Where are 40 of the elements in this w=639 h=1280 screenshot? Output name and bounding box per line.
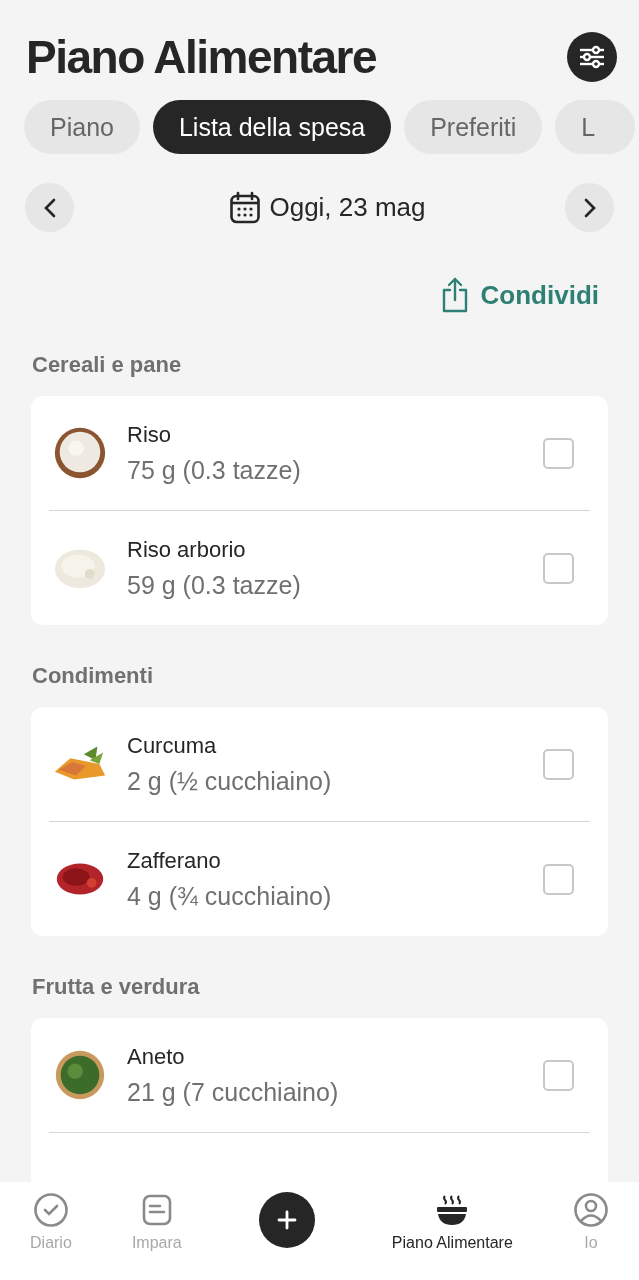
item-name: Curcuma <box>127 732 218 759</box>
settings-button[interactable] <box>567 32 617 82</box>
item-name: Riso arborio <box>127 536 247 563</box>
item-amount: 4 g (¾ cucchiaino) <box>127 881 333 911</box>
item-name: Aneto <box>127 1043 186 1070</box>
section-heading: Cereali e pane <box>32 352 183 378</box>
item-amount: 21 g (7 cucchiaino) <box>127 1077 340 1107</box>
previous-button[interactable] <box>25 183 74 232</box>
share-icon <box>440 276 469 314</box>
share-button[interactable]: Condividi <box>440 276 599 314</box>
section-heading: Frutta e verdura <box>32 974 201 1000</box>
tab[interactable]: Preferiti <box>404 100 543 154</box>
nav-tab[interactable]: Diario <box>30 1192 72 1252</box>
item-amount: 75 g (0.3 tazze) <box>127 455 302 485</box>
calendar-icon <box>229 190 262 225</box>
item-amount: 2 g (½ cucchiaino) <box>127 766 333 796</box>
item-name: Zafferano <box>127 847 222 874</box>
page-title: Piano Alimentare <box>26 30 377 84</box>
section-heading: Condimenti <box>32 663 154 689</box>
sliders-icon <box>578 45 606 69</box>
checkbox[interactable] <box>543 552 574 584</box>
checkbox[interactable] <box>543 863 574 895</box>
tab[interactable]: Lista della spesa <box>152 100 392 154</box>
chevron-right-icon <box>582 196 597 219</box>
chevron-left-icon <box>42 196 57 219</box>
item-amount: 59 g (0.3 tazze) <box>127 570 302 600</box>
checkbox[interactable] <box>543 437 574 469</box>
checkbox[interactable] <box>543 748 574 780</box>
date-label[interactable]: Oggi, 23 mag <box>269 192 426 223</box>
nav-tab[interactable]: Piano Alimentare <box>391 1192 513 1252</box>
item-name: Riso <box>127 421 172 448</box>
nav-tab[interactable]: Io <box>572 1192 609 1252</box>
next-button[interactable] <box>565 183 614 232</box>
checkbox[interactable] <box>543 1059 574 1091</box>
tab[interactable]: Piano <box>24 100 140 154</box>
profile-icon <box>572 1192 609 1228</box>
plus-icon <box>275 1209 298 1231</box>
tab[interactable]: L <box>555 100 636 154</box>
nav-tab[interactable]: Impara <box>131 1192 182 1252</box>
check-circle-icon <box>32 1192 69 1228</box>
